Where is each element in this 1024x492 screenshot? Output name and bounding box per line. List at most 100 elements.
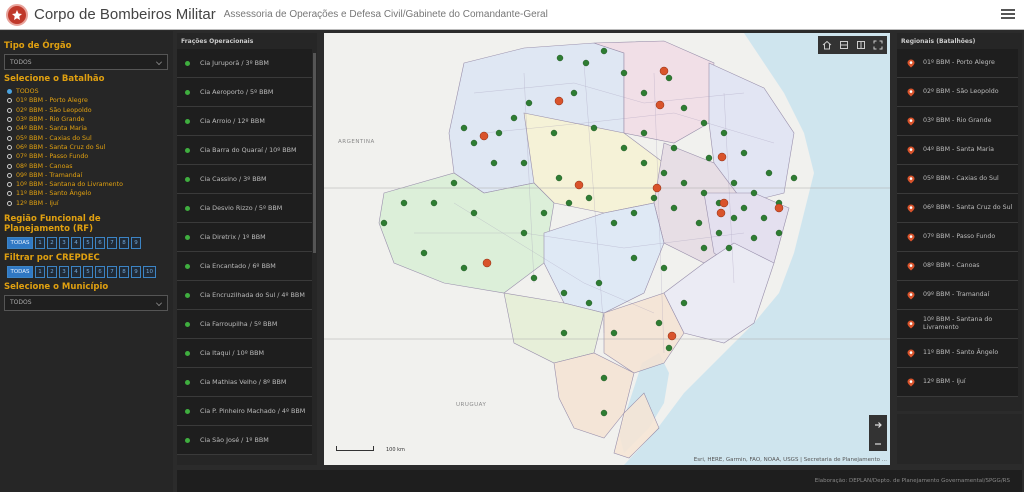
radio-button[interactable]	[7, 163, 12, 169]
regional-list-item[interactable]: 09º BBM - Tramandaí	[897, 281, 1018, 310]
basemap-icon[interactable]	[855, 39, 867, 51]
regional-list-item[interactable]: 04º BBM - Santa Maria	[897, 136, 1018, 165]
radio-button[interactable]	[7, 89, 12, 95]
crepdec-option[interactable]: 7	[107, 265, 117, 278]
map-view[interactable]: ARGENTINA URUGUAY 100 km Esri, HERE, Gar…	[324, 33, 890, 465]
rf-option[interactable]: 8	[119, 236, 129, 249]
fracao-list-item[interactable]: Cia Encruzilhada do Sul / 4º BBM	[177, 281, 312, 310]
battalion-radio-item[interactable]: 12º BBM - Ijuí	[4, 199, 169, 208]
fullscreen-icon[interactable]	[872, 39, 884, 51]
zoom-out-icon[interactable]	[873, 434, 883, 453]
arrow-right-icon[interactable]	[873, 415, 883, 434]
battalion-radio-item[interactable]: 06º BBM - Santa Cruz do Sul	[4, 143, 169, 152]
radio-button[interactable]	[7, 191, 12, 197]
battalion-radio-item[interactable]: 04º BBM - Santa Maria	[4, 124, 169, 133]
crepdec-option[interactable]: 5	[83, 265, 93, 278]
crepdec-option[interactable]: 3	[59, 265, 69, 278]
regional-list-item[interactable]: 11º BBM - Santo Ângelo	[897, 339, 1018, 368]
fracao-list-item[interactable]: Cia Farroupilha / 5º BBM	[177, 310, 312, 339]
map-pin-icon	[907, 146, 915, 154]
battalion-radio-item[interactable]: 01º BBM - Porto Alegre	[4, 96, 169, 105]
rf-option[interactable]: 3	[59, 236, 69, 249]
radio-button[interactable]	[7, 135, 12, 141]
station-dot-icon	[185, 60, 190, 66]
rf-option[interactable]: 7	[107, 236, 117, 249]
regional-list-item[interactable]: 10º BBM - Santana do Livramento	[897, 310, 1018, 339]
radio-button[interactable]	[7, 98, 12, 104]
battalion-radio-item[interactable]: 03º BBM - Rio Grande	[4, 115, 169, 124]
fracao-list-item[interactable]: Cia Encantado / 6º BBM	[177, 252, 312, 281]
radio-button[interactable]	[7, 172, 12, 178]
regional-list-item[interactable]: 01º BBM - Porto Alegre	[897, 49, 1018, 78]
rf-option[interactable]: 6	[95, 236, 105, 249]
radio-button[interactable]	[7, 154, 12, 160]
battalion-radio-item[interactable]: 10º BBM - Santana do Livramento	[4, 180, 169, 189]
fracao-list-item[interactable]: Cia Barra do Quaraí / 10º BBM	[177, 136, 312, 165]
battalion-radio-item[interactable]: 07º BBM - Passo Fundo	[4, 152, 169, 161]
rf-option[interactable]: 9	[131, 236, 141, 249]
rf-option[interactable]: 5	[83, 236, 93, 249]
radio-button[interactable]	[7, 144, 12, 150]
radio-button[interactable]	[7, 182, 12, 188]
panel-filler	[897, 414, 1022, 464]
crepdec-option[interactable]: TODAS	[7, 265, 33, 278]
fracao-list-item[interactable]: Cia Mathias Velho / 8º BBM	[177, 368, 312, 397]
tipo-orgao-select[interactable]: TODOS	[4, 54, 168, 70]
station-dot-icon	[185, 234, 190, 240]
fracao-list-item[interactable]: Cia P. Pinheiro Machado / 4º BBM	[177, 397, 312, 426]
crepdec-option[interactable]: 8	[119, 265, 129, 278]
crepdec-option[interactable]: 6	[95, 265, 105, 278]
battalion-radio-item[interactable]: TODOS	[4, 87, 169, 96]
map-label-argentina: ARGENTINA	[338, 139, 375, 145]
fracao-label: Cia P. Pinheiro Machado / 4º BBM	[200, 407, 306, 415]
battalion-radio-item[interactable]: 09º BBM - Tramandaí	[4, 171, 169, 180]
rf-option[interactable]: 2	[47, 236, 57, 249]
footer-credit: Elaboração: DEPLAN/Depto. de Planejament…	[814, 478, 1010, 484]
battalion-radio-item[interactable]: 05º BBM - Caxias do Sul	[4, 133, 169, 142]
battalion-label: 03º BBM - Rio Grande	[16, 116, 85, 124]
rf-option[interactable]: TODAS	[7, 236, 33, 249]
fracao-list-item[interactable]: Cia Arroio / 12º BBM	[177, 107, 312, 136]
regional-list-item[interactable]: 03º BBM - Rio Grande	[897, 107, 1018, 136]
radio-button[interactable]	[7, 117, 12, 123]
fracao-label: Cia Itaqui / 10º BBM	[200, 349, 265, 357]
rf-option[interactable]: 4	[71, 236, 81, 249]
fracoes-scrollbar[interactable]	[313, 53, 316, 253]
station-dot-icon	[185, 263, 190, 269]
crepdec-option[interactable]: 2	[47, 265, 57, 278]
battalion-radio-item[interactable]: 11º BBM - Santo Ângelo	[4, 189, 169, 198]
fracao-label: Cia Arroio / 12º BBM	[200, 117, 265, 125]
fracao-list-item[interactable]: Cia Desvio Rizzo / 5º BBM	[177, 194, 312, 223]
regional-list-item[interactable]: 06º BBM - Santa Cruz do Sul	[897, 194, 1018, 223]
home-icon[interactable]	[821, 39, 833, 51]
station-dot-icon	[185, 147, 190, 153]
radio-button[interactable]	[7, 107, 12, 113]
fracao-label: Cia Encruzilhada do Sul / 4º BBM	[200, 291, 305, 299]
fracao-list-item[interactable]: Cia Itaqui / 10º BBM	[177, 339, 312, 368]
battalion-radio-item[interactable]: 08º BBM - Canoas	[4, 161, 169, 170]
crepdec-option[interactable]: 10	[143, 265, 156, 278]
battalion-radio-item[interactable]: 02º BBM - São Leopoldo	[4, 106, 169, 115]
fracao-list-item[interactable]: Cia Cassino / 3º BBM	[177, 165, 312, 194]
crepdec-option[interactable]: 4	[71, 265, 81, 278]
regional-list-item[interactable]: 05º BBM - Caxias do Sul	[897, 165, 1018, 194]
layers-icon[interactable]	[838, 39, 850, 51]
regional-list-item[interactable]: 08º BBM - Canoas	[897, 252, 1018, 281]
hamburger-menu-icon[interactable]	[1000, 6, 1016, 22]
regional-list-item[interactable]: 07º BBM - Passo Fundo	[897, 223, 1018, 252]
regional-list-item[interactable]: 02º BBM - São Leopoldo	[897, 78, 1018, 107]
map-canvas[interactable]	[324, 33, 890, 465]
municipio-select[interactable]: TODOS	[4, 294, 168, 311]
fracao-list-item[interactable]: Cia Aeroporto / 5º BBM	[177, 78, 312, 107]
rf-option[interactable]: 1	[35, 236, 45, 249]
fracao-label: Cia São José / 1º BBM	[200, 436, 269, 444]
radio-button[interactable]	[7, 200, 12, 206]
crepdec-option[interactable]: 1	[35, 265, 45, 278]
fracao-list-item[interactable]: Cia Juruporã / 3º BBM	[177, 49, 312, 78]
fracao-list-item[interactable]: Cia São José / 1º BBM	[177, 426, 312, 455]
crepdec-option[interactable]: 9	[131, 265, 141, 278]
filter-panel: Tipo de Órgão TODOS Selecione o Batalhão…	[0, 31, 173, 492]
fracao-list-item[interactable]: Cia Diretrix / 1º BBM	[177, 223, 312, 252]
regional-list-item[interactable]: 12º BBM - Ijuí	[897, 368, 1018, 397]
radio-button[interactable]	[7, 126, 12, 132]
